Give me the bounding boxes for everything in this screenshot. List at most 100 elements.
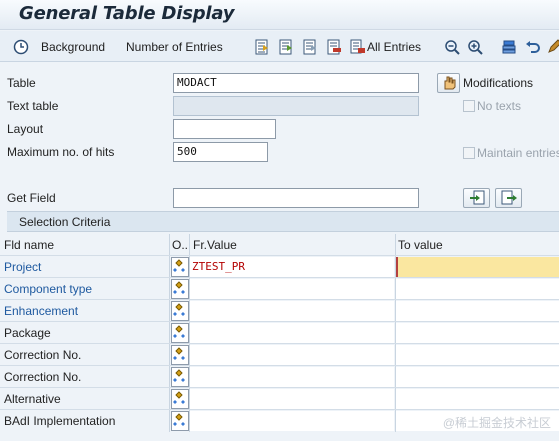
- table-row: Project ZTEST_PR: [0, 256, 559, 278]
- clock-icon: [13, 39, 29, 55]
- text-table-input: [173, 96, 419, 116]
- hand-icon: [441, 75, 457, 91]
- get-field-copy-button[interactable]: [463, 188, 490, 208]
- deselect-block-button[interactable]: [302, 37, 318, 57]
- selection-options-icon: [172, 259, 188, 275]
- page-title: General Table Display: [19, 3, 235, 24]
- to-value-input[interactable]: [396, 389, 559, 409]
- from-value-text: ZTEST_PR: [192, 260, 245, 273]
- table-row: Correction No.: [0, 366, 559, 388]
- magnifier-plus-icon: [467, 39, 483, 55]
- table-row: Package: [0, 322, 559, 344]
- from-value-input[interactable]: [190, 411, 394, 431]
- selection-option-button[interactable]: [171, 411, 189, 431]
- table-row: Correction No.: [0, 344, 559, 366]
- edit-button[interactable]: [546, 37, 559, 57]
- from-value-input[interactable]: [190, 367, 394, 387]
- selection-option-button[interactable]: [171, 323, 189, 343]
- layout-input[interactable]: [173, 119, 276, 139]
- get-field-label: Get Field: [7, 191, 56, 205]
- field-name-link[interactable]: Enhancement: [4, 300, 169, 322]
- stack-button[interactable]: [501, 37, 517, 57]
- field-name-label: BAdI Implementation: [4, 414, 116, 428]
- title-bar: General Table Display: [0, 0, 559, 30]
- zoom-out-button[interactable]: [444, 37, 460, 57]
- table-row: Component type: [0, 278, 559, 300]
- selection-options-icon: [172, 369, 188, 385]
- from-value-input[interactable]: [190, 323, 394, 343]
- layout-label: Layout: [7, 122, 44, 136]
- field-name-label: Correction No.: [4, 348, 82, 362]
- maintain-entries-checkbox[interactable]: [463, 147, 475, 159]
- max-hits-label: Maximum no. of hits: [7, 145, 115, 159]
- from-value-input[interactable]: [190, 345, 394, 365]
- to-value-input[interactable]: [396, 345, 559, 365]
- selection-options-icon: [172, 303, 188, 319]
- selection-options-icon: [172, 347, 188, 363]
- from-value-input[interactable]: [190, 279, 394, 299]
- field-name-label: Package: [4, 326, 51, 340]
- number-of-entries-label: Number of Entries: [126, 40, 223, 54]
- to-value-input[interactable]: [396, 301, 559, 321]
- field-name-label: Correction No.: [4, 370, 82, 384]
- from-value-input[interactable]: [190, 301, 394, 321]
- background-label: Background: [41, 40, 106, 54]
- number-of-entries-button[interactable]: Number of Entries: [126, 37, 223, 57]
- watermark: @稀土掘金技术社区: [442, 416, 551, 430]
- to-value-input[interactable]: [396, 367, 559, 387]
- from-value-input[interactable]: ZTEST_PR: [190, 257, 394, 277]
- selection-options-icon: [172, 413, 188, 429]
- to-value-input[interactable]: [396, 323, 559, 343]
- all-entries-label: All Entries: [367, 40, 422, 54]
- get-field-export-button[interactable]: [495, 188, 522, 208]
- selection-criteria-title: Selection Criteria: [19, 215, 111, 229]
- table-header-row: Fld name O.. Fr.Value To value: [0, 234, 559, 256]
- select-all-button[interactable]: [254, 37, 270, 57]
- no-texts-label: No texts: [477, 99, 522, 113]
- table-row: Alternative: [0, 388, 559, 410]
- selection-option-button[interactable]: [171, 279, 189, 299]
- table-label: Table: [7, 76, 36, 90]
- undo-arrow-icon: [525, 39, 541, 55]
- selection-option-button[interactable]: [171, 301, 189, 321]
- no-texts-checkbox[interactable]: [463, 100, 475, 112]
- table-row: Enhancement: [0, 300, 559, 322]
- field-name-link[interactable]: Component type: [4, 278, 169, 300]
- column-header-from-value: Fr.Value: [193, 238, 237, 252]
- stack-icon: [501, 39, 517, 55]
- modifications-button[interactable]: [437, 73, 460, 93]
- magnifier-minus-icon: [444, 39, 460, 55]
- delete-selection-button[interactable]: [326, 37, 342, 57]
- max-hits-input[interactable]: 500: [173, 142, 268, 162]
- text-table-label: Text table: [7, 99, 59, 113]
- undo-button[interactable]: [525, 37, 541, 57]
- field-name-label: Alternative: [4, 392, 61, 406]
- deselect-icon: [302, 39, 318, 55]
- selection-options-icon: [172, 391, 188, 407]
- selection-options-icon: [172, 281, 188, 297]
- from-value-input[interactable]: [190, 389, 394, 409]
- delete-selection-icon: [326, 39, 342, 55]
- get-field-input[interactable]: [173, 188, 419, 208]
- application-toolbar: Background Number of Entries All Entries: [0, 31, 559, 62]
- arrow-into-doc-icon: [469, 190, 485, 206]
- table-input[interactable]: MODACT: [173, 73, 419, 93]
- modifications-label: Modifications: [463, 76, 534, 90]
- selection-option-button[interactable]: [171, 367, 189, 387]
- field-name-link[interactable]: Project: [4, 256, 169, 278]
- select-block-button[interactable]: [278, 37, 294, 57]
- selection-criteria-header: Selection Criteria: [7, 211, 559, 232]
- select-block-icon: [254, 39, 270, 55]
- to-value-input[interactable]: [396, 279, 559, 299]
- pencil-icon: [546, 39, 559, 55]
- zoom-in-button[interactable]: [467, 37, 483, 57]
- execute-background-button[interactable]: Background: [13, 37, 105, 57]
- all-entries-button[interactable]: All Entries: [350, 37, 421, 57]
- selection-option-button[interactable]: [171, 257, 189, 277]
- selection-option-button[interactable]: [171, 389, 189, 409]
- to-value-input[interactable]: [396, 257, 559, 277]
- selection-option-button[interactable]: [171, 345, 189, 365]
- maintain-entries-label: Maintain entries: [477, 146, 559, 160]
- column-header-to-value: To value: [398, 238, 443, 252]
- column-header-option: O..: [172, 238, 189, 252]
